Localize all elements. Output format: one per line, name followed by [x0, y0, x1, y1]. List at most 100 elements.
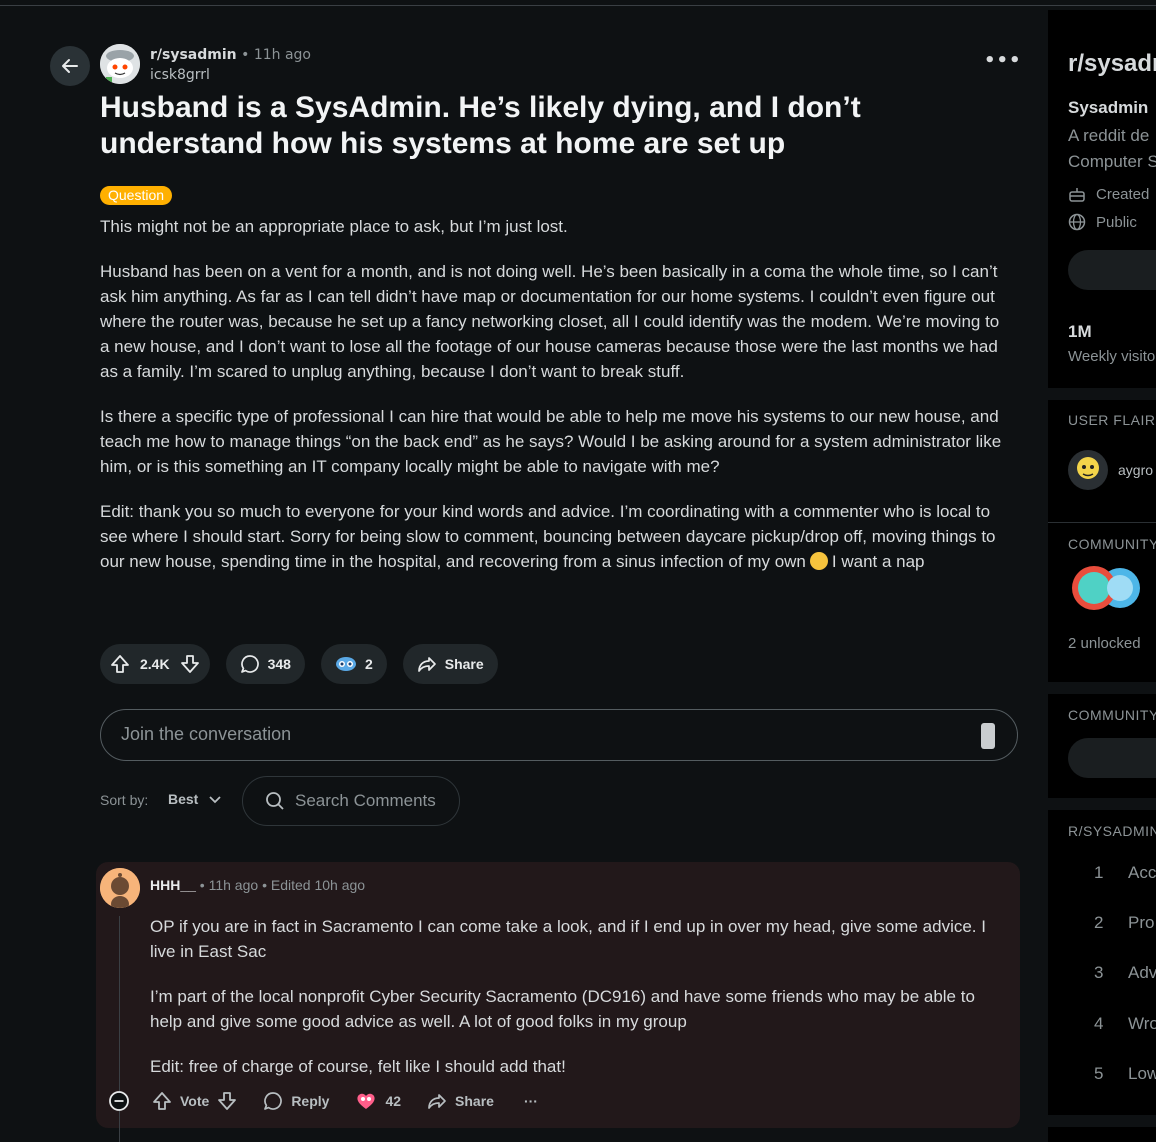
rule-number: 1 — [1094, 863, 1104, 882]
sidebar-community-name: Sysadmin — [1068, 98, 1149, 117]
achievements-heading: COMMUNITY — [1068, 536, 1156, 552]
subreddit-link[interactable]: r/sysadmin — [150, 47, 237, 63]
comments-button[interactable]: 348 — [225, 644, 305, 684]
rule-number: 2 — [1094, 913, 1104, 932]
description-line: A reddit de — [1068, 126, 1150, 145]
post-title: Husband is a SysAdmin. He’s likely dying… — [100, 91, 861, 160]
meta-separator: • — [199, 877, 205, 893]
back-button[interactable] — [50, 46, 90, 86]
community-action-button[interactable] — [1068, 738, 1156, 778]
rule-title[interactable]: Pro — [1128, 913, 1154, 933]
comment-edited: Edited 10h ago — [270, 877, 366, 893]
post-time: 11h ago — [253, 47, 311, 63]
post-main-column: r/sysadmin • 11h ago icsk8grrl ••• Husba… — [0, 6, 1048, 1142]
vote-control: 2.4K — [100, 644, 210, 684]
award-button[interactable]: 2 — [320, 644, 387, 684]
comment-paragraph: I’m part of the local nonprofit Cyber Se… — [150, 987, 975, 1031]
comment-vote: Vote — [152, 1091, 237, 1111]
post-meta: r/sysadmin • 11h ago — [150, 47, 311, 63]
badge-icon — [1072, 566, 1140, 610]
downvote-icon[interactable] — [180, 654, 200, 674]
rule-title[interactable]: Wro — [1128, 1014, 1156, 1034]
share-arrow-icon — [428, 1094, 446, 1109]
share-arrow-icon — [417, 657, 436, 672]
chevron-down-icon — [209, 796, 221, 804]
upvote-icon[interactable] — [152, 1091, 172, 1111]
commenter-avatar[interactable] — [100, 868, 140, 908]
sort-control: Sort by: Best — [100, 791, 221, 808]
globe-icon — [1068, 213, 1086, 231]
rules-heading: R/SYSADMIN — [1068, 823, 1156, 839]
community-heading: COMMUNITY — [1068, 707, 1156, 723]
reply-button[interactable]: Reply — [263, 1091, 329, 1111]
sort-value: Best — [168, 791, 199, 807]
comment-username[interactable]: HHH__ — [150, 877, 196, 893]
rule-title[interactable]: Adv — [1128, 963, 1156, 983]
sidebar-divider — [1048, 388, 1156, 400]
comment-time: 11h ago — [208, 877, 259, 893]
sort-dropdown[interactable]: Best — [168, 791, 222, 807]
collapse-icon[interactable] — [108, 1090, 130, 1112]
post-author[interactable]: icsk8grrl — [150, 67, 210, 83]
tired-face-emoji-icon — [809, 552, 828, 570]
post-paragraph: Is there a specific type of professional… — [100, 407, 1002, 476]
rule-number: 3 — [1094, 963, 1104, 982]
composer-resize-icon — [981, 723, 995, 749]
comment-composer[interactable]: Join the conversation — [100, 709, 1018, 761]
created-row: Created — [1068, 185, 1149, 203]
weekly-visitors-label: Weekly visito — [1068, 348, 1156, 365]
unlocked-count: 2 unlocked — [1068, 635, 1141, 652]
user-flair-row[interactable]: aygro — [1068, 450, 1153, 490]
sidebar-divider — [1048, 682, 1156, 694]
comment-share-button[interactable]: Share — [427, 1091, 494, 1111]
comment-meta: HHH__ • 11h ago • Edited 10h ago — [150, 877, 365, 893]
join-community-button[interactable] — [1068, 250, 1156, 290]
cake-icon — [1069, 188, 1085, 202]
comment-more-button[interactable]: ··· — [524, 1093, 538, 1109]
achievement-badges[interactable] — [1068, 564, 1148, 617]
sidebar-divider — [1048, 1115, 1156, 1127]
post-edit-paragraph: Edit: thank you so much to everyone for … — [100, 499, 1010, 574]
more-options-button[interactable]: ••• — [984, 52, 1021, 74]
description-line: Computer S — [1068, 152, 1156, 171]
snoo-avatar-icon — [100, 868, 140, 908]
award-count: 2 — [364, 656, 373, 672]
comment-share-label: Share — [455, 1093, 494, 1109]
search-icon — [266, 792, 284, 810]
post-paragraph: Husband has been on a vent for a month, … — [100, 262, 1000, 381]
vote-count: 2.4K — [140, 656, 170, 672]
upvote-icon[interactable] — [110, 654, 130, 674]
sidebar-description: A reddit de Computer S — [1068, 123, 1156, 175]
post-body: This might not be an appropriate place t… — [100, 214, 1010, 594]
flair-username: aygro — [1118, 462, 1154, 478]
comment-count: 348 — [267, 656, 291, 672]
comment-paragraph: Edit: free of charge of course, felt lik… — [150, 1057, 566, 1076]
weekly-visitors-value: 1M — [1068, 322, 1092, 341]
rule-title[interactable]: Low — [1128, 1064, 1156, 1084]
sidebar-divider — [1048, 798, 1156, 810]
composer-placeholder: Join the conversation — [121, 724, 292, 744]
comment-award-count: 42 — [385, 1093, 402, 1109]
share-button[interactable]: Share — [402, 644, 498, 684]
sidebar-divider — [1048, 522, 1156, 523]
sidebar-subreddit-title[interactable]: r/sysadm — [1068, 50, 1156, 78]
meta-separator: • — [241, 47, 250, 63]
comment-award-button[interactable]: 42 — [355, 1091, 401, 1111]
subreddit-avatar[interactable] — [100, 44, 140, 84]
share-label: Share — [444, 656, 484, 672]
post-flair[interactable]: Question — [100, 186, 173, 205]
snoo-avatar-icon — [100, 44, 140, 84]
ellipsis-icon: ••• — [984, 50, 1022, 71]
rule-title[interactable]: Acc — [1128, 863, 1156, 883]
search-comments-input[interactable]: Search Comments — [242, 776, 460, 826]
user-flair-heading: USER FLAIR — [1068, 412, 1156, 428]
heart-eyes-award-icon — [357, 1093, 376, 1109]
search-placeholder: Search Comments — [295, 791, 436, 810]
rule-number: 5 — [1094, 1064, 1104, 1083]
downvote-icon[interactable] — [217, 1091, 237, 1111]
edit-text-end: I want a nap — [831, 552, 925, 571]
community-sidebar: r/sysadm Sysadmin A reddit de Computer S… — [1048, 10, 1156, 1142]
meta-separator: • — [262, 877, 267, 893]
comment-bubble-icon — [264, 1092, 283, 1110]
rule-number: 4 — [1094, 1014, 1104, 1033]
